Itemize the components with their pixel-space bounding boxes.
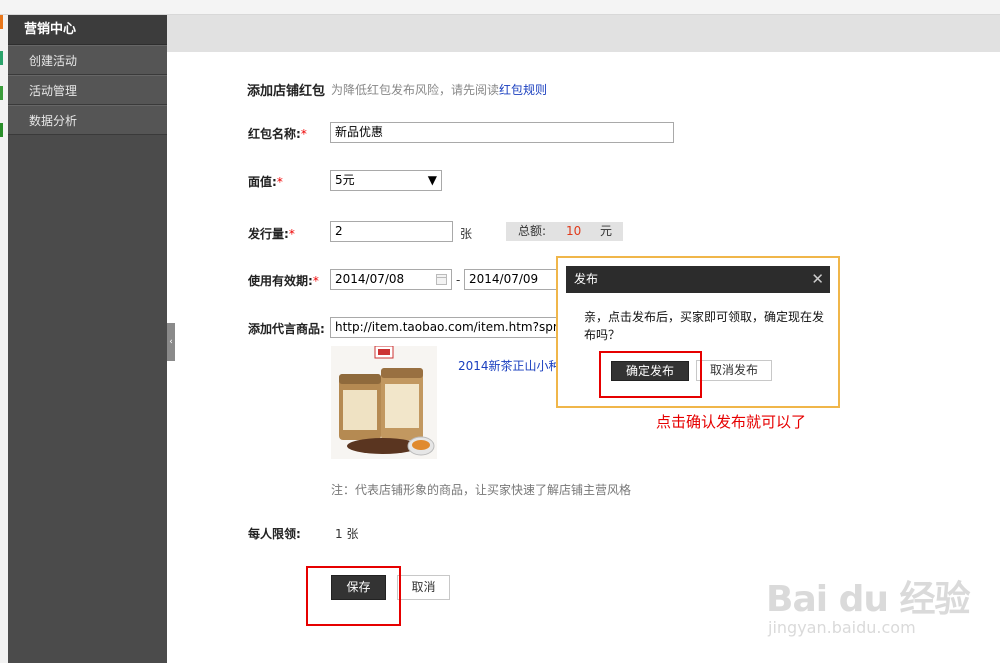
date-separator: - [456,273,461,287]
face-value-label: 面值:* [248,173,283,190]
name-input[interactable]: 新品优惠 [330,122,674,143]
quantity-label: 发行量:* [248,225,295,242]
section-title: 添加店铺红包 [247,84,326,99]
edge-mark-green-3 [0,123,3,137]
edge-mark-green [0,51,3,65]
section-note: 为降低红包发布风险，请先阅读红包规则 [331,81,547,98]
dialog-message: 亲，点击发布后，买家即可领取，确定现在发布吗？ [584,310,825,342]
baidu-watermark: Bai du 经验 jingyan.baidu.com [766,560,986,650]
section-note-text: 为降低红包发布风险，请先阅读 [331,83,500,97]
name-label-text: 红包名称: [248,127,301,141]
calendar-icon[interactable] [436,274,447,285]
tea-product-illustration [331,346,437,459]
total-label: 总额: [518,224,547,238]
dialog-title: 发布 [574,272,599,286]
cancel-button[interactable]: 取消 [397,575,450,600]
required-mark: * [312,274,319,288]
sidebar-collapse-handle[interactable]: ‹ [167,323,175,361]
dropdown-arrow-icon: ▼ [427,173,437,187]
start-date-input[interactable]: 2014/07/08 [330,269,452,290]
start-date-value: 2014/07/08 [335,272,405,286]
name-label: 红包名称:* [248,125,307,142]
content-header-band [167,15,1000,52]
highlight-box-confirm [599,351,702,398]
sidebar-item-data-analysis[interactable]: 数据分析 [8,105,167,135]
limit-value: 1 张 [335,527,359,541]
sidebar-item-create-campaign[interactable]: 创建活动 [8,45,167,75]
total-unit: 元 [600,224,613,238]
end-date-input[interactable]: 2014/07/09 [464,269,558,290]
product-note: 注：代表店铺形象的商品，让买家快速了解店铺主营风格 [331,483,632,497]
product-image[interactable] [331,346,437,459]
watermark-domain: jingyan.baidu.com [768,618,916,637]
validity-label-text: 使用有效期: [248,274,313,288]
sidebar: 营销中心 创建活动 活动管理 数据分析 [8,15,167,663]
watermark-brand: Bai du 经验 [766,579,971,620]
product-label: 添加代言商品: [248,322,325,336]
left-edge-bar [0,15,8,663]
quantity-input[interactable]: 2 [330,221,453,242]
quantity-unit: 张 [460,227,473,241]
edge-mark-orange [0,15,3,29]
highlight-box-save [306,566,401,626]
face-value-selected: 5元 [335,173,355,187]
required-mark: * [300,127,307,141]
annotation-text: 点击确认发布就可以了 [656,413,807,431]
top-strip [0,0,1000,15]
dialog-title-bar: 发布 ✕ [566,266,830,293]
sidebar-item-manage-campaigns[interactable]: 活动管理 [8,75,167,105]
limit-label: 每人限领: [248,527,301,541]
quantity-label-text: 发行量: [248,227,289,241]
cancel-publish-button[interactable]: 取消发布 [696,360,772,381]
rules-link[interactable]: 红包规则 [499,83,547,97]
required-mark: * [288,227,295,241]
product-url-input[interactable]: http://item.taobao.com/item.htm?spm=a1 [330,317,558,338]
total-amount-value: 10 [566,224,582,238]
validity-label: 使用有效期:* [248,272,319,289]
required-mark: * [276,175,283,189]
close-icon[interactable]: ✕ [811,266,824,293]
face-value-select[interactable]: 5元 ▼ [330,170,442,191]
total-amount-box: 总额: 10 元 [506,222,623,241]
product-title-link[interactable]: 2014新茶正山小种 [458,357,561,374]
face-value-label-text: 面值: [248,175,277,189]
edge-mark-green-2 [0,86,3,100]
sidebar-heading: 营销中心 [8,15,167,45]
